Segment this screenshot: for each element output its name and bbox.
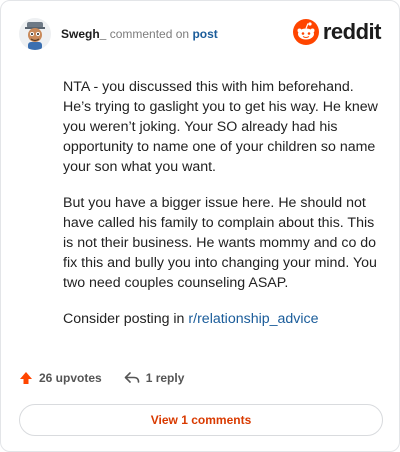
brand-name: reddit [322,19,382,44]
subreddit-link[interactable]: r/relationship_advice [188,311,318,327]
comment-card: Swegh_ commented on post reddit NTA - yo… [0,0,400,452]
comment-header: Swegh_ commented on post reddit [19,17,382,51]
comment-paragraph-1: NTA - you discussed this with him before… [63,79,378,175]
reply-button[interactable]: 1 reply [124,371,185,385]
reddit-brand[interactable]: reddit [292,19,382,45]
comment-paragraph-2: But you have a bigger issue here. He sho… [63,195,377,291]
post-link[interactable]: post [192,27,217,41]
reply-count: 1 reply [145,371,185,385]
avatar-icon [19,18,51,50]
reddit-logo-icon [292,19,319,45]
commented-on-text: commented on [109,27,190,41]
upvote-arrow-icon [20,372,32,384]
comment-body: NTA - you discussed this with him before… [63,77,385,345]
comment-meta: Swegh_ commented on post [61,26,218,42]
upvote-count: 26 upvotes [39,371,102,385]
comment-actions: 26 upvotes 1 reply [19,371,206,385]
comment-paragraph-3: Consider posting in r/relationship_advic… [63,309,385,329]
username[interactable]: Swegh_ [61,27,106,41]
reply-arrow-icon [124,372,140,383]
upvote-button[interactable]: 26 upvotes [19,371,102,385]
closing-text: Consider posting in [63,311,189,327]
view-comments-label: View 1 comments [150,413,252,427]
view-comments-button[interactable]: View 1 comments [19,404,383,436]
user-avatar[interactable] [19,18,51,50]
